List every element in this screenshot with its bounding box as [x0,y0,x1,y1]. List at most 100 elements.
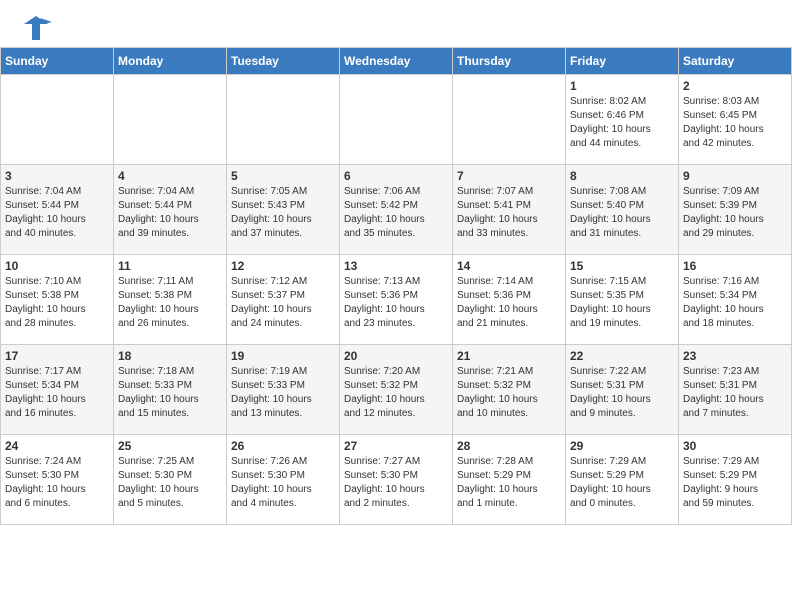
calendar-cell: 29 Sunrise: 7:29 AM Sunset: 5:29 PM Dayli… [566,435,679,525]
page-header [0,0,792,47]
day-info: Sunrise: 7:26 AM Sunset: 5:30 PM Dayligh… [231,455,335,511]
calendar-cell: 21 Sunrise: 7:21 AM Sunset: 5:32 PM Dayli… [453,345,566,435]
day-info: Sunrise: 7:13 AM Sunset: 5:36 PM Dayligh… [344,275,448,331]
header-monday: Monday [114,48,227,75]
day-number: 11 [118,259,222,273]
day-number: 14 [457,259,561,273]
day-number: 20 [344,349,448,363]
calendar-cell: 6 Sunrise: 7:06 AM Sunset: 5:42 PM Daylig… [340,165,453,255]
day-info: Sunrise: 7:24 AM Sunset: 5:30 PM Dayligh… [5,455,109,511]
day-number: 18 [118,349,222,363]
calendar-week-4: 24 Sunrise: 7:24 AM Sunset: 5:30 PM Dayli… [1,435,792,525]
calendar-cell: 15 Sunrise: 7:15 AM Sunset: 5:35 PM Dayli… [566,255,679,345]
day-number: 23 [683,349,787,363]
day-number: 21 [457,349,561,363]
day-number: 5 [231,169,335,183]
day-number: 29 [570,439,674,453]
calendar-cell: 26 Sunrise: 7:26 AM Sunset: 5:30 PM Dayli… [227,435,340,525]
calendar-cell: 25Sunrise: 7:25 AM Sunset: 5:30 PM Dayli… [114,435,227,525]
calendar-cell: 8 Sunrise: 7:08 AM Sunset: 5:40 PM Daylig… [566,165,679,255]
calendar-cell: 18 Sunrise: 7:18 AM Sunset: 5:33 PM Dayli… [114,345,227,435]
day-info: Sunrise: 7:28 AM Sunset: 5:29 PM Dayligh… [457,455,561,511]
day-info: Sunrise: 7:21 AM Sunset: 5:32 PM Dayligh… [457,365,561,421]
day-number: 4 [118,169,222,183]
day-number: 17 [5,349,109,363]
header-wednesday: Wednesday [340,48,453,75]
day-info: Sunrise: 7:14 AM Sunset: 5:36 PM Dayligh… [457,275,561,331]
day-number: 30 [683,439,787,453]
calendar-cell: 9 Sunrise: 7:09 AM Sunset: 5:39 PM Daylig… [679,165,792,255]
calendar-cell: 12Sunrise: 7:12 AM Sunset: 5:37 PM Dayli… [227,255,340,345]
day-info: Sunrise: 7:04 AM Sunset: 5:44 PM Dayligh… [5,185,109,241]
calendar-cell: 5 Sunrise: 7:05 AM Sunset: 5:43 PM Daylig… [227,165,340,255]
calendar-week-1: 3 Sunrise: 7:04 AM Sunset: 5:44 PM Daylig… [1,165,792,255]
day-info: Sunrise: 8:03 AM Sunset: 6:45 PM Dayligh… [683,95,787,151]
calendar-cell: 27Sunrise: 7:27 AM Sunset: 5:30 PM Dayli… [340,435,453,525]
day-number: 3 [5,169,109,183]
day-info: Sunrise: 7:29 AM Sunset: 5:29 PM Dayligh… [683,455,787,511]
day-info: Sunrise: 7:23 AM Sunset: 5:31 PM Dayligh… [683,365,787,421]
calendar-cell [227,75,340,165]
calendar-cell: 28 Sunrise: 7:28 AM Sunset: 5:29 PM Dayli… [453,435,566,525]
calendar-cell [1,75,114,165]
day-info: Sunrise: 7:19 AM Sunset: 5:33 PM Dayligh… [231,365,335,421]
day-info: Sunrise: 7:27 AM Sunset: 5:30 PM Dayligh… [344,455,448,511]
calendar-cell: 13 Sunrise: 7:13 AM Sunset: 5:36 PM Dayli… [340,255,453,345]
calendar-table: SundayMondayTuesdayWednesdayThursdayFrid… [0,47,792,525]
day-info: Sunrise: 7:09 AM Sunset: 5:39 PM Dayligh… [683,185,787,241]
day-info: Sunrise: 7:17 AM Sunset: 5:34 PM Dayligh… [5,365,109,421]
calendar-cell: 4 Sunrise: 7:04 AM Sunset: 5:44 PM Daylig… [114,165,227,255]
calendar-week-3: 17 Sunrise: 7:17 AM Sunset: 5:34 PM Dayli… [1,345,792,435]
day-number: 10 [5,259,109,273]
day-number: 15 [570,259,674,273]
day-number: 19 [231,349,335,363]
calendar-cell: 3 Sunrise: 7:04 AM Sunset: 5:44 PM Daylig… [1,165,114,255]
day-number: 25 [118,439,222,453]
calendar-cell: 14 Sunrise: 7:14 AM Sunset: 5:36 PM Dayli… [453,255,566,345]
day-number: 28 [457,439,561,453]
day-number: 1 [570,79,674,93]
calendar-cell: 19 Sunrise: 7:19 AM Sunset: 5:33 PM Dayli… [227,345,340,435]
day-number: 24 [5,439,109,453]
day-number: 6 [344,169,448,183]
calendar-cell: 24 Sunrise: 7:24 AM Sunset: 5:30 PM Dayli… [1,435,114,525]
day-info: Sunrise: 7:04 AM Sunset: 5:44 PM Dayligh… [118,185,222,241]
day-number: 26 [231,439,335,453]
logo [20,14,56,42]
calendar-week-2: 10 Sunrise: 7:10 AM Sunset: 5:38 PM Dayli… [1,255,792,345]
logo-icon [20,14,52,42]
day-info: Sunrise: 7:29 AM Sunset: 5:29 PM Dayligh… [570,455,674,511]
calendar-cell: 20 Sunrise: 7:20 AM Sunset: 5:32 PM Dayli… [340,345,453,435]
calendar-week-0: 1 Sunrise: 8:02 AM Sunset: 6:46 PM Daylig… [1,75,792,165]
calendar-cell: 10 Sunrise: 7:10 AM Sunset: 5:38 PM Dayli… [1,255,114,345]
day-info: Sunrise: 7:15 AM Sunset: 5:35 PM Dayligh… [570,275,674,331]
day-info: Sunrise: 7:05 AM Sunset: 5:43 PM Dayligh… [231,185,335,241]
day-info: Sunrise: 7:20 AM Sunset: 5:32 PM Dayligh… [344,365,448,421]
calendar-cell: 1 Sunrise: 8:02 AM Sunset: 6:46 PM Daylig… [566,75,679,165]
header-saturday: Saturday [679,48,792,75]
day-info: Sunrise: 7:11 AM Sunset: 5:38 PM Dayligh… [118,275,222,331]
day-number: 8 [570,169,674,183]
day-number: 7 [457,169,561,183]
day-info: Sunrise: 7:07 AM Sunset: 5:41 PM Dayligh… [457,185,561,241]
header-friday: Friday [566,48,679,75]
day-number: 2 [683,79,787,93]
header-sunday: Sunday [1,48,114,75]
day-info: Sunrise: 7:06 AM Sunset: 5:42 PM Dayligh… [344,185,448,241]
day-number: 9 [683,169,787,183]
calendar-cell: 23 Sunrise: 7:23 AM Sunset: 5:31 PM Dayli… [679,345,792,435]
day-info: Sunrise: 7:08 AM Sunset: 5:40 PM Dayligh… [570,185,674,241]
calendar-cell: 16Sunrise: 7:16 AM Sunset: 5:34 PM Dayli… [679,255,792,345]
day-info: Sunrise: 8:02 AM Sunset: 6:46 PM Dayligh… [570,95,674,151]
day-info: Sunrise: 7:10 AM Sunset: 5:38 PM Dayligh… [5,275,109,331]
day-info: Sunrise: 7:18 AM Sunset: 5:33 PM Dayligh… [118,365,222,421]
day-number: 16 [683,259,787,273]
day-number: 13 [344,259,448,273]
day-number: 12 [231,259,335,273]
header-thursday: Thursday [453,48,566,75]
calendar-cell: 11 Sunrise: 7:11 AM Sunset: 5:38 PM Dayli… [114,255,227,345]
calendar-cell [340,75,453,165]
calendar-cell: 7 Sunrise: 7:07 AM Sunset: 5:41 PM Daylig… [453,165,566,255]
calendar-cell: 17 Sunrise: 7:17 AM Sunset: 5:34 PM Dayli… [1,345,114,435]
day-number: 22 [570,349,674,363]
